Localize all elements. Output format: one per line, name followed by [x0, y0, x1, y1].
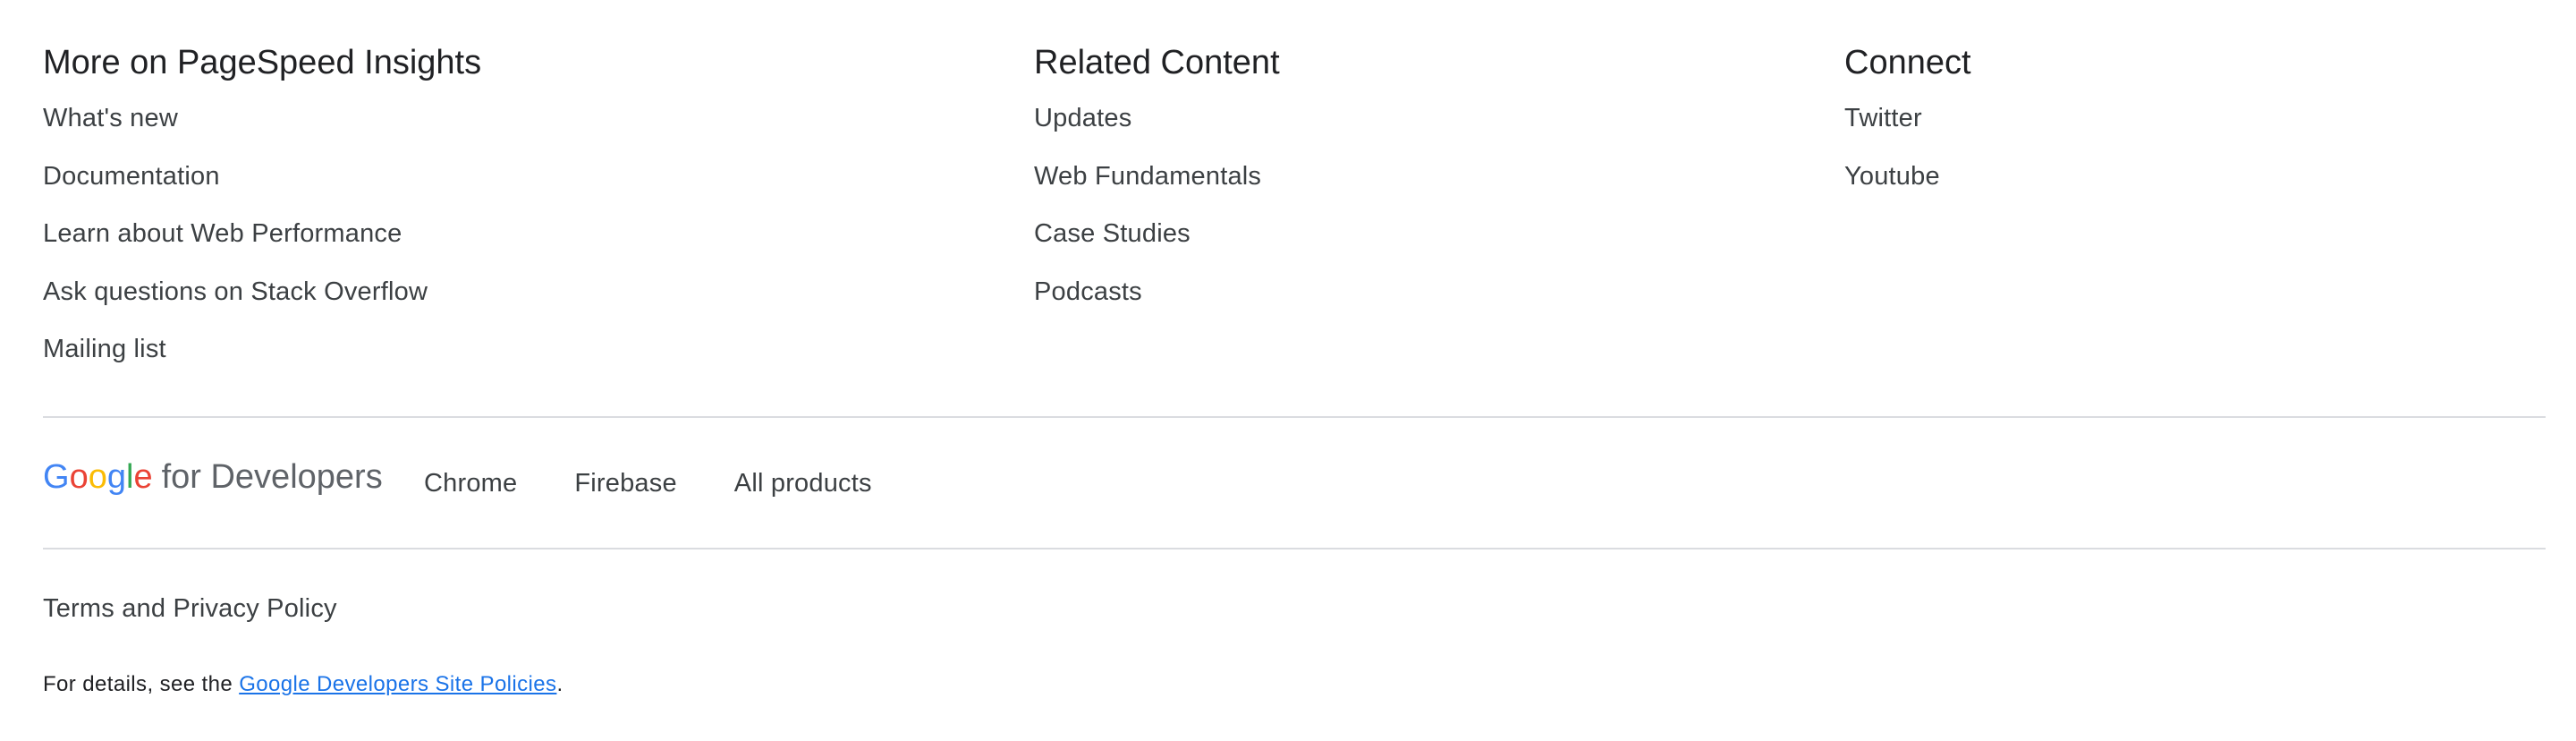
- logo-letter: l: [125, 458, 134, 496]
- product-links: Chrome Firebase All products: [424, 465, 929, 501]
- list-item: Mailing list: [43, 324, 481, 382]
- link-documentation[interactable]: Documentation: [43, 162, 220, 191]
- footer-link-columns: More on PageSpeed Insights What's new Do…: [43, 39, 2546, 397]
- site-policies-note: For details, see the Google Developers S…: [43, 669, 564, 700]
- logo-letter: o: [69, 458, 89, 496]
- site-policies-link[interactable]: Google Developers Site Policies: [239, 672, 556, 696]
- link-twitter[interactable]: Twitter: [1844, 104, 1922, 132]
- logo-suffix: for Developers: [161, 458, 383, 496]
- product-link-chrome[interactable]: Chrome: [424, 465, 517, 501]
- list-item: Ask questions on Stack Overflow: [43, 267, 481, 325]
- link-updates[interactable]: Updates: [1034, 104, 1131, 132]
- link-learn-web-performance[interactable]: Learn about Web Performance: [43, 219, 402, 248]
- link-youtube[interactable]: Youtube: [1844, 162, 1940, 191]
- details-suffix: .: [556, 672, 564, 696]
- product-link-firebase[interactable]: Firebase: [574, 465, 676, 501]
- list-item: What's new: [43, 93, 481, 151]
- list-item: Podcasts: [1034, 267, 1280, 325]
- footer-column-pagespeed: More on PageSpeed Insights What's new Do…: [43, 39, 481, 382]
- logo-letter: g: [106, 458, 126, 496]
- brand-row: Google for Developers Chrome Firebase Al…: [43, 447, 2546, 519]
- google-for-developers-logo[interactable]: Google for Developers: [43, 455, 383, 499]
- list-item: Youtube: [1844, 151, 1971, 209]
- footer-column-connect: Connect Twitter Youtube: [1844, 39, 1971, 209]
- list-item: Learn about Web Performance: [43, 209, 481, 267]
- list-item: Updates: [1034, 93, 1280, 151]
- terms-privacy-link[interactable]: Terms and Privacy Policy: [43, 591, 337, 626]
- list-item: Case Studies: [1034, 209, 1280, 267]
- product-link-all-products[interactable]: All products: [734, 465, 872, 501]
- column-heading: More on PageSpeed Insights: [43, 44, 482, 81]
- logo-letter: G: [43, 458, 70, 496]
- column-link-list: Updates Web Fundamentals Case Studies Po…: [1034, 93, 1280, 324]
- column-heading: Connect: [1844, 44, 1971, 81]
- link-stack-overflow[interactable]: Ask questions on Stack Overflow: [43, 277, 428, 306]
- column-heading: Related Content: [1034, 44, 1280, 81]
- link-podcasts[interactable]: Podcasts: [1034, 277, 1142, 306]
- list-item: Web Fundamentals: [1034, 151, 1280, 209]
- footer-divider: [43, 548, 2546, 549]
- list-item: Documentation: [43, 151, 481, 209]
- link-web-fundamentals[interactable]: Web Fundamentals: [1034, 162, 1261, 191]
- link-mailing-list[interactable]: Mailing list: [43, 335, 166, 363]
- details-prefix: For details, see the: [43, 672, 240, 696]
- footer-divider: [43, 416, 2546, 418]
- site-footer: More on PageSpeed Insights What's new Do…: [43, 0, 2546, 741]
- logo-letter: e: [133, 458, 153, 496]
- column-link-list: Twitter Youtube: [1844, 93, 1971, 209]
- logo-letter: o: [88, 458, 107, 496]
- link-case-studies[interactable]: Case Studies: [1034, 219, 1191, 248]
- list-item: Twitter: [1844, 93, 1971, 151]
- column-link-list: What's new Documentation Learn about Web…: [43, 93, 481, 382]
- footer-column-related: Related Content Updates Web Fundamentals…: [1034, 39, 1280, 324]
- link-whats-new[interactable]: What's new: [43, 104, 178, 132]
